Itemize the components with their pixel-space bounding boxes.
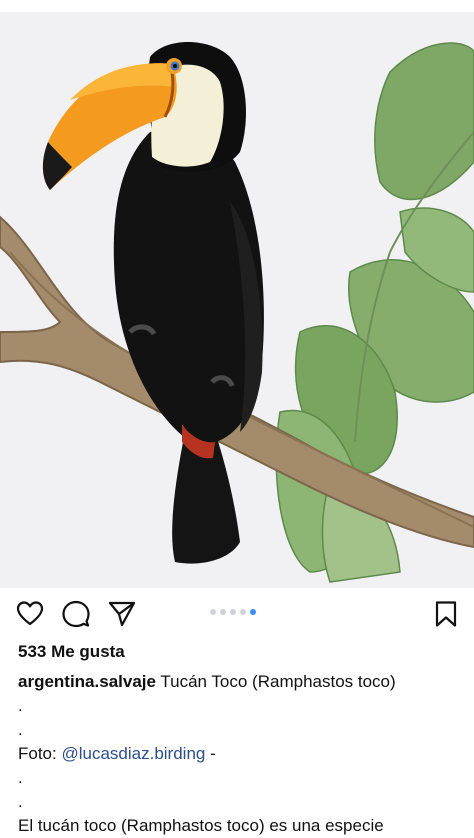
caption-first-line: argentina.salvaje Tucán Toco (Ramphastos… [18,670,468,694]
caption-photo-credit: Foto: @lucasdiaz.birding - [18,742,468,766]
caption-dot-line: . [18,696,23,715]
photographer-mention-link[interactable]: @lucasdiaz.birding [61,744,205,763]
carousel-dot [230,609,236,615]
comment-bubble-icon [62,600,90,628]
post-photo[interactable] [0,12,474,588]
caption-dot-line: . [18,792,23,811]
carousel-dot [210,609,216,615]
toucan-illustration [0,12,474,588]
likes-count[interactable]: 533 Me gusta [18,642,125,662]
like-button[interactable] [16,600,44,628]
caption-description: El tucán toco (Ramphastos toco) es una e… [18,816,384,835]
photo-credit-suffix: - [205,744,216,763]
carousel-dot [220,609,226,615]
comment-button[interactable] [62,600,90,628]
post-caption: argentina.salvaje Tucán Toco (Ramphastos… [18,670,468,838]
share-button[interactable] [108,600,136,628]
caption-dot-line: . [18,768,23,787]
photo-credit-prefix: Foto: [18,744,62,763]
heart-icon [16,601,44,626]
carousel-indicator [210,609,256,615]
paper-plane-icon [108,601,136,627]
carousel-dot [240,609,246,615]
bookmark-icon [435,601,457,627]
caption-title: Tucán Toco (Ramphastos toco) [160,672,396,691]
carousel-dot-active [250,609,256,615]
caption-dot-line: . [18,720,23,739]
post-actions-bar [0,596,474,632]
caption-username[interactable]: argentina.salvaje [18,672,156,691]
save-button[interactable] [432,600,460,628]
